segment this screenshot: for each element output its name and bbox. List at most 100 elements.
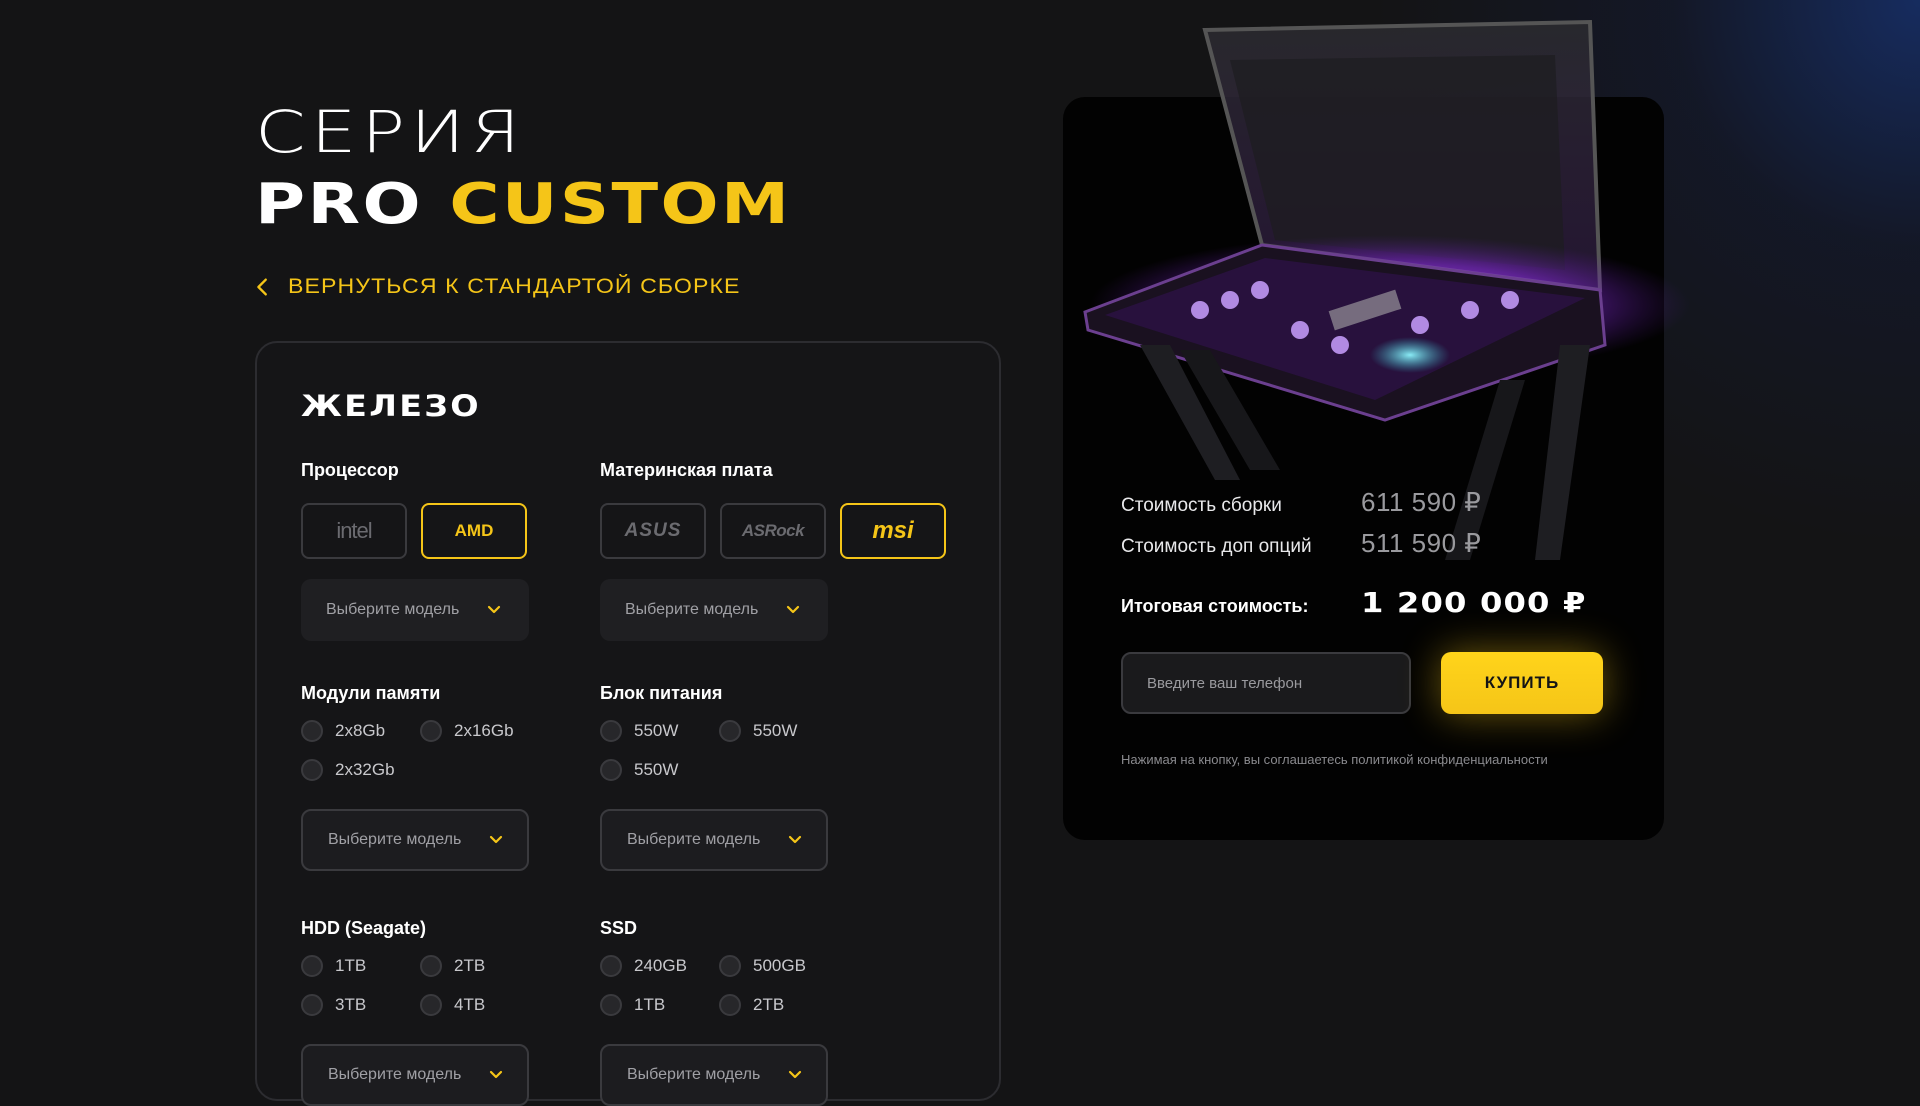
psu-group: Блок питания 550W 550W 550W Выберите мод… xyxy=(600,683,840,871)
radio-circle xyxy=(719,720,741,742)
select-placeholder: Выберите модель xyxy=(627,831,761,848)
motherboard-label: Материнская плата xyxy=(600,460,773,480)
radio-label: 4TB xyxy=(454,995,486,1014)
radio-circle xyxy=(301,994,323,1016)
processor-label: Процессор xyxy=(301,460,399,480)
hdd-option-radio[interactable]: 3TB xyxy=(301,994,420,1016)
total-cost-label: Итоговая стоимость: xyxy=(1121,596,1309,616)
psu-label: Блок питания xyxy=(600,683,723,703)
hdd-option-radio[interactable]: 2TB xyxy=(420,955,539,977)
hdd-option-radio[interactable]: 4TB xyxy=(420,994,539,1016)
radio-circle xyxy=(420,955,442,977)
radio-circle xyxy=(301,759,323,781)
hdd-group: HDD (Seagate) 1TB 2TB 3TB 4TB Выберите м… xyxy=(301,918,541,1106)
hdd-label: HDD (Seagate) xyxy=(301,918,427,938)
processor-model-select[interactable]: Выберите модель xyxy=(301,579,529,641)
brand-asus-button[interactable]: ASUS xyxy=(600,503,706,559)
radio-label: 2TB xyxy=(753,995,785,1014)
title-pro-custom: PRO CUSTOM xyxy=(255,170,791,240)
select-placeholder: Выберите модель xyxy=(627,1066,761,1083)
memory-group: Модули памяти 2x8Gb 2x16Gb 2x32Gb Выбери… xyxy=(301,683,541,871)
hdd-option-radio[interactable]: 1TB xyxy=(301,955,420,977)
memory-option-radio[interactable]: 2x32Gb xyxy=(301,759,420,781)
radio-circle xyxy=(600,994,622,1016)
radio-label: 550W xyxy=(634,721,679,740)
radio-circle xyxy=(420,720,442,742)
buy-button[interactable]: КУПИТЬ xyxy=(1441,652,1603,714)
chevron-down-icon xyxy=(788,835,802,844)
title-word-pro: PRO xyxy=(255,172,424,237)
chevron-left-icon xyxy=(257,278,267,296)
ssd-group: SSD 240GB 500GB 1TB 2TB Выберите модель xyxy=(600,918,840,1106)
radio-label: 1TB xyxy=(634,995,666,1014)
total-cost-row: Итоговая стоимость: 1 200 000 ₽ xyxy=(1121,586,1585,619)
motherboard-model-select[interactable]: Выберите модель xyxy=(600,579,828,641)
brand-asrock-button[interactable]: ASRock xyxy=(720,503,826,559)
radio-label: 2x16Gb xyxy=(454,721,514,740)
radio-label: 2x8Gb xyxy=(335,721,386,740)
memory-option-radio[interactable]: 2x16Gb xyxy=(420,720,539,742)
radio-circle xyxy=(600,720,622,742)
msi-logo: msi xyxy=(872,517,914,544)
build-cost-label: Стоимость сборки xyxy=(1121,495,1282,516)
ssd-option-radio[interactable]: 240GB xyxy=(600,955,719,977)
brand-amd-button[interactable]: AMD xyxy=(421,503,527,559)
title-series: СЕРИЯ xyxy=(255,98,526,166)
memory-model-select[interactable]: Выберите модель xyxy=(301,809,529,871)
back-to-standard-link[interactable]: ВЕРНУТЬСЯ К СТАНДАРТОЙ СБОРКЕ xyxy=(252,275,739,299)
brand-msi-button[interactable]: msi xyxy=(840,503,946,559)
psu-option-radio[interactable]: 550W xyxy=(600,759,719,781)
radio-circle xyxy=(420,994,442,1016)
radio-label: 3TB xyxy=(335,995,367,1014)
order-summary-card: Стоимость сборки 611 590 ₽ Стоимость доп… xyxy=(1063,19,1690,840)
ssd-option-radio[interactable]: 2TB xyxy=(719,994,838,1016)
select-placeholder: Выберите модель xyxy=(625,601,759,618)
radio-label: 1TB xyxy=(335,956,367,975)
radio-circle xyxy=(719,955,741,977)
radio-label: 550W xyxy=(753,721,798,740)
back-link-label: ВЕРНУТЬСЯ К СТАНДАРТОЙ СБОРКЕ xyxy=(288,275,741,298)
psu-option-radio[interactable]: 550W xyxy=(600,720,719,742)
radio-circle xyxy=(600,955,622,977)
options-cost-label: Стоимость доп опций xyxy=(1121,536,1312,557)
phone-input[interactable] xyxy=(1121,652,1411,714)
chevron-down-icon xyxy=(487,605,501,614)
radio-label: 240GB xyxy=(634,956,687,975)
radio-label: 550W xyxy=(634,760,679,779)
radio-circle xyxy=(301,955,323,977)
chevron-down-icon xyxy=(786,605,800,614)
ssd-model-select[interactable]: Выберите модель xyxy=(600,1044,828,1106)
privacy-agreement-text: Нажимая на кнопку, вы соглашаетесь полит… xyxy=(1121,752,1548,767)
hardware-card: ЖЕЛЕЗО Процессор intel AMD Выберите моде… xyxy=(255,341,1001,1106)
hdd-model-select[interactable]: Выберите модель xyxy=(301,1044,529,1106)
amd-logo: AMD xyxy=(454,521,494,540)
memory-option-radio[interactable]: 2x8Gb xyxy=(301,720,420,742)
select-placeholder: Выберите модель xyxy=(328,831,462,848)
processor-group: Процессор intel AMD Выберите модель xyxy=(301,460,529,641)
radio-label: 2x32Gb xyxy=(335,760,395,779)
radio-circle xyxy=(600,759,622,781)
build-cost-row: Стоимость сборки 611 590 ₽ xyxy=(1121,487,1481,518)
ssd-option-radio[interactable]: 1TB xyxy=(600,994,719,1016)
ssd-option-radio[interactable]: 500GB xyxy=(719,955,838,977)
page-title: СЕРИЯ PRO CUSTOM xyxy=(255,100,789,240)
chevron-down-icon xyxy=(489,835,503,844)
asus-logo: ASUS xyxy=(624,520,682,541)
radio-circle xyxy=(719,994,741,1016)
psu-option-radio[interactable]: 550W xyxy=(719,720,838,742)
select-placeholder: Выберите модель xyxy=(326,601,460,618)
radio-label: 2TB xyxy=(454,956,486,975)
select-placeholder: Выберите модель xyxy=(328,1066,462,1083)
radio-label: 500GB xyxy=(753,956,806,975)
motherboard-group: Материнская плата ASUS ASRock msi Выбери… xyxy=(600,460,946,641)
options-cost-row: Стоимость доп опций 511 590 ₽ xyxy=(1121,528,1481,559)
asrock-logo: ASRock xyxy=(741,521,805,540)
title-word-custom: CUSTOM xyxy=(449,172,792,237)
memory-label: Модули памяти xyxy=(301,683,441,703)
total-cost-value: 1 200 000 ₽ xyxy=(1361,586,1587,619)
options-cost-value: 511 590 ₽ xyxy=(1361,528,1482,558)
brand-intel-button[interactable]: intel xyxy=(301,503,407,559)
psu-model-select[interactable]: Выберите модель xyxy=(600,809,828,871)
build-cost-value: 611 590 ₽ xyxy=(1361,487,1482,517)
ssd-label: SSD xyxy=(600,918,638,938)
